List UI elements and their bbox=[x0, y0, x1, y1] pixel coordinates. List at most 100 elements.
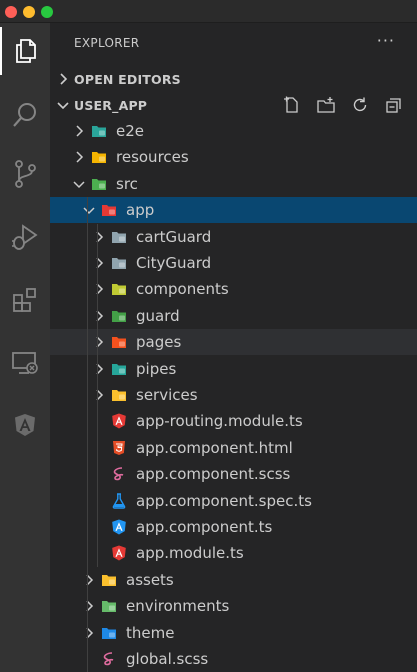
chevron-right-icon bbox=[96, 283, 104, 295]
source-control-icon bbox=[15, 160, 36, 188]
open-editors-label: OPEN EDITORS bbox=[74, 71, 181, 87]
folder-open-icon bbox=[92, 178, 106, 190]
angular-component-icon bbox=[112, 519, 126, 535]
tree-item-label: app bbox=[126, 201, 155, 220]
tree-item-label: services bbox=[136, 386, 198, 404]
minimize-window-button[interactable] bbox=[23, 6, 35, 18]
new-file-icon bbox=[284, 96, 298, 113]
chevron-right-icon bbox=[86, 600, 94, 612]
tree-folder-row[interactable]: src bbox=[50, 171, 417, 197]
folder-icon bbox=[112, 231, 126, 243]
tree-folder-row[interactable]: components bbox=[50, 276, 417, 302]
tree-file-row[interactable]: app.component.scss bbox=[50, 461, 417, 487]
chevron-right-icon bbox=[86, 574, 94, 586]
test-flask-icon bbox=[112, 492, 126, 509]
folder-icon bbox=[102, 627, 116, 639]
tree-folder-row[interactable]: environments bbox=[50, 593, 417, 619]
refresh-icon bbox=[353, 97, 367, 112]
folder-icon bbox=[102, 574, 116, 586]
remote-explorer-activity-button[interactable] bbox=[0, 339, 50, 387]
angular-activity-button[interactable] bbox=[0, 402, 50, 450]
tree-item-label: app.component.scss bbox=[136, 465, 291, 484]
search-activity-button[interactable] bbox=[0, 91, 50, 139]
explorer-activity-button[interactable] bbox=[0, 27, 50, 75]
tree-folder-row[interactable]: theme bbox=[50, 620, 417, 646]
html-icon bbox=[113, 440, 125, 455]
folder-icon bbox=[112, 363, 126, 375]
more-actions-icon[interactable]: ··· bbox=[377, 31, 395, 50]
workspace-label: USER_APP bbox=[74, 97, 148, 113]
tree-file-row[interactable]: app.component.html bbox=[50, 435, 417, 461]
tree-item-label: app.component.html bbox=[136, 438, 293, 457]
folder-icon bbox=[112, 390, 126, 401]
tree-folder-row[interactable]: pipes bbox=[50, 356, 417, 382]
tree-folder-row[interactable]: guard bbox=[50, 303, 417, 329]
chevron-right-icon bbox=[96, 336, 104, 348]
files-icon bbox=[16, 39, 36, 63]
chevron-right-icon bbox=[76, 151, 84, 163]
tree-file-row[interactable]: app.module.ts bbox=[50, 540, 417, 566]
tree-item-label: theme bbox=[126, 623, 175, 642]
tree-file-row[interactable]: app.component.spec.ts bbox=[50, 488, 417, 514]
zoom-window-button[interactable] bbox=[41, 6, 53, 18]
search-icon bbox=[13, 103, 36, 127]
tree-folder-row[interactable]: assets bbox=[50, 567, 417, 593]
tree-item-label: environments bbox=[126, 597, 230, 616]
window-titlebar bbox=[0, 0, 417, 23]
chevron-down-icon bbox=[83, 207, 95, 215]
tree-item-label: app.module.ts bbox=[136, 544, 244, 563]
tree-file-row[interactable]: app.component.ts bbox=[50, 514, 417, 540]
chevron-right-icon bbox=[96, 310, 104, 322]
indent-guide bbox=[87, 197, 88, 672]
tree-folder-row[interactable]: CityGuard bbox=[50, 250, 417, 276]
folder-icon bbox=[92, 126, 106, 137]
explorer-sidebar: EXPLORER ··· OPEN EDITORS USER_APP e2e r… bbox=[50, 23, 417, 672]
tree-folder-row[interactable]: services bbox=[50, 382, 417, 408]
tree-item-label: components bbox=[136, 280, 229, 299]
tree-item-label: src bbox=[116, 174, 138, 193]
chevron-right-icon bbox=[96, 257, 104, 269]
folder-icon bbox=[112, 258, 126, 269]
tree-item-label: guard bbox=[136, 306, 180, 325]
source-control-activity-button[interactable] bbox=[0, 150, 50, 198]
folder-icon bbox=[112, 337, 126, 349]
tree-folder-row[interactable]: resources bbox=[50, 144, 417, 170]
open-editors-section[interactable]: OPEN EDITORS bbox=[50, 66, 417, 92]
chevron-right-icon bbox=[76, 125, 84, 137]
extensions-activity-button[interactable] bbox=[0, 276, 50, 324]
run-debug-icon bbox=[12, 224, 38, 250]
folder-icon bbox=[112, 284, 126, 296]
tree-item-label: resources bbox=[116, 148, 189, 167]
chevron-right-icon bbox=[96, 231, 104, 243]
new-file-button[interactable] bbox=[275, 96, 309, 114]
tree-item-label: CityGuard bbox=[136, 254, 212, 272]
workspace-actions bbox=[275, 96, 411, 114]
chevron-down-icon bbox=[57, 102, 69, 110]
remote-explorer-icon bbox=[12, 352, 38, 374]
tree-item-label: global.scss bbox=[126, 650, 209, 668]
collapse-all-icon bbox=[386, 98, 401, 113]
tree-folder-row[interactable]: e2e bbox=[50, 118, 417, 144]
tree-item-label: app.component.spec.ts bbox=[136, 491, 312, 510]
run-debug-activity-button[interactable] bbox=[0, 213, 50, 261]
sass-icon bbox=[113, 467, 124, 481]
chevron-right-icon bbox=[60, 73, 68, 85]
tree-file-row[interactable]: app-routing.module.ts bbox=[50, 408, 417, 434]
folder-icon bbox=[102, 601, 116, 613]
refresh-explorer-button[interactable] bbox=[343, 96, 377, 114]
tree-item-label: assets bbox=[126, 570, 174, 589]
tree-item-label: app-routing.module.ts bbox=[136, 412, 303, 431]
angular-module-icon bbox=[112, 545, 126, 561]
angular-routing-icon bbox=[112, 413, 126, 429]
close-window-button[interactable] bbox=[5, 6, 17, 18]
tree-folder-row[interactable]: app bbox=[50, 197, 417, 224]
tree-item-label: cartGuard bbox=[136, 227, 212, 246]
tree-folder-row[interactable]: cartGuard bbox=[50, 224, 417, 250]
tree-item-label: pages bbox=[136, 333, 182, 352]
chevron-right-icon bbox=[96, 389, 104, 401]
tree-file-row[interactable]: global.scss bbox=[50, 646, 417, 672]
new-folder-button[interactable] bbox=[309, 96, 343, 114]
collapse-folders-button[interactable] bbox=[377, 96, 411, 114]
tree-folder-row[interactable]: pages bbox=[50, 329, 417, 356]
workspace-section[interactable]: USER_APP bbox=[50, 92, 417, 118]
